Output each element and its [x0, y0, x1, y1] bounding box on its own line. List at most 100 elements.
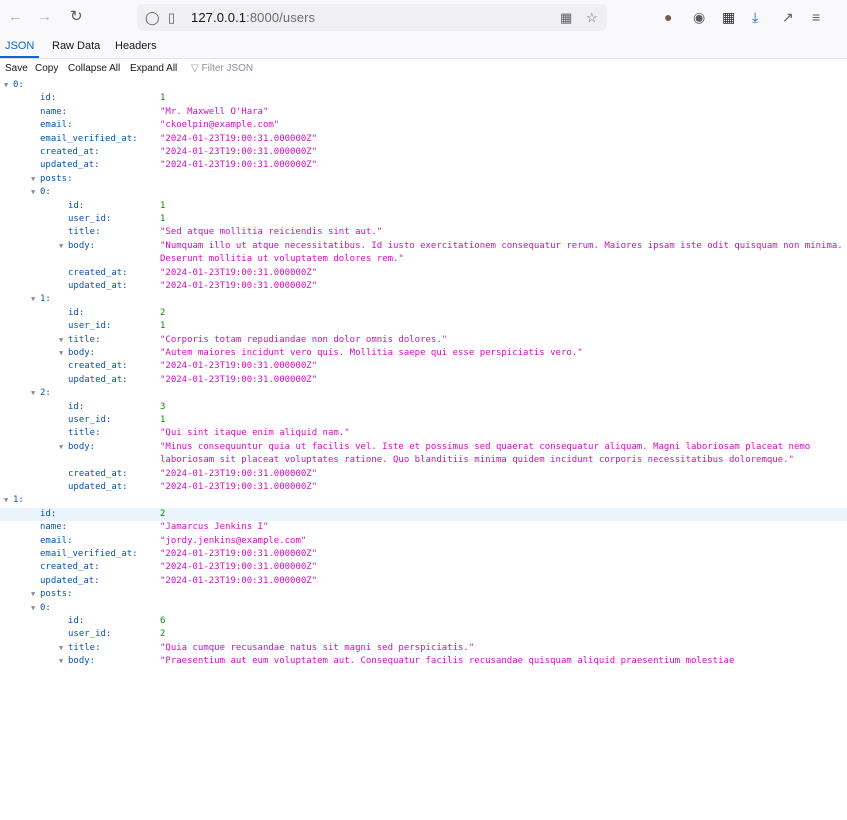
expand-twisty-icon[interactable]: ▼	[59, 347, 63, 360]
json-key: created_at:	[68, 267, 128, 278]
qr-code-icon[interactable]: ▦	[560, 10, 572, 25]
expand-twisty-icon[interactable]: ▼	[31, 602, 35, 615]
expand-twisty-icon[interactable]: ▼	[59, 441, 63, 454]
expand-twisty-icon[interactable]: ▼	[31, 173, 35, 186]
arrow-right-icon[interactable]: →	[37, 8, 52, 26]
json-action-bar: Save Copy Collapse All Expand All ▽ Filt…	[0, 59, 847, 79]
tree-row[interactable]: email_verified_at: "2024-01-23T19:00:31.0…	[0, 548, 847, 561]
tree-row[interactable]: created_at: "2024-01-23T19:00:31.000000Z"	[0, 146, 847, 159]
json-key: updated_at:	[40, 575, 100, 586]
tree-row[interactable]: title: "Qui sint itaque enim aliquid nam.…	[0, 427, 847, 440]
expand-twisty-icon[interactable]: ▼	[31, 588, 35, 601]
json-value: 6	[160, 616, 166, 626]
tree-row[interactable]: email_verified_at: "2024-01-23T19:00:31.0…	[0, 133, 847, 146]
tree-row[interactable]: user_id: 1	[0, 213, 847, 226]
expand-twisty-icon[interactable]: ▼	[4, 79, 8, 92]
expand-twisty-icon[interactable]: ▼	[31, 387, 35, 400]
expand-twisty-icon[interactable]: ▼	[59, 655, 63, 668]
json-key: title:	[68, 428, 101, 439]
tree-row[interactable]: ▼ body: "Numquam illo ut atque necessitati…	[0, 240, 847, 267]
menu-icon[interactable]: ≡	[812, 9, 820, 25]
tree-row[interactable]: ▼ 2:	[0, 387, 847, 400]
tree-row[interactable]: user_id: 2	[0, 628, 847, 641]
copy-button[interactable]: Copy	[35, 59, 58, 79]
tree-row[interactable]: user_id: 1	[0, 320, 847, 333]
json-value: "Numquam illo ut atque necessitatibus. I…	[160, 240, 843, 265]
tree-row[interactable]: id: 1	[0, 200, 847, 213]
json-key: id:	[40, 508, 57, 519]
save-button[interactable]: Save	[5, 59, 28, 79]
tree-row[interactable]: ▼ title: "Quia cumque recusandae natus sit…	[0, 642, 847, 655]
tree-row[interactable]: id: 2	[0, 307, 847, 320]
tree-row[interactable]: updated_at: "2024-01-23T19:00:31.000000Z"	[0, 280, 847, 293]
profile-avatar-icon[interactable]: ●	[664, 9, 672, 25]
tree-row[interactable]: created_at: "2024-01-23T19:00:31.000000Z"	[0, 360, 847, 373]
tree-row[interactable]: ▼ posts:	[0, 588, 847, 601]
tree-row[interactable]: created_at: "2024-01-23T19:00:31.000000Z"	[0, 267, 847, 280]
json-key: 1:	[13, 495, 24, 506]
tree-row[interactable]: updated_at: "2024-01-23T19:00:31.000000Z"	[0, 159, 847, 172]
url-text[interactable]: 127.0.0.1:8000/users	[191, 10, 315, 25]
shield-icon[interactable]: ◯	[145, 10, 160, 25]
json-key: email:	[40, 535, 73, 546]
download-icon[interactable]: ⤓	[752, 9, 758, 25]
tab-json[interactable]: JSON	[0, 36, 40, 58]
tree-row[interactable]: ▼ 0:	[0, 186, 847, 199]
tree-row[interactable]: id: 2	[0, 507, 847, 522]
expand-twisty-icon[interactable]: ▼	[59, 642, 63, 655]
tree-row[interactable]: ▼ 0:	[0, 602, 847, 615]
tree-row[interactable]: id: 3	[0, 401, 847, 414]
json-value: "Sed atque mollitia reiciendis sint aut.…	[160, 227, 383, 238]
tree-row[interactable]: name: "Jamarcus Jenkins I"	[0, 521, 847, 534]
tab-headers[interactable]: Headers	[110, 36, 162, 58]
tree-row[interactable]: ▼ title: "Corporis totam repudiandae non d…	[0, 334, 847, 347]
tree-row[interactable]: ▼ body: "Praesentium aut eum voluptatem au…	[0, 655, 847, 668]
json-key: body:	[68, 240, 96, 251]
expand-twisty-icon[interactable]: ▼	[31, 186, 35, 199]
expand-twisty-icon[interactable]: ▼	[59, 334, 63, 347]
tree-row[interactable]: created_at: "2024-01-23T19:00:31.000000Z"	[0, 561, 847, 574]
tree-row[interactable]: ▼ 1:	[0, 494, 847, 507]
share-icon[interactable]: ↗	[782, 9, 794, 25]
tab-raw-data[interactable]: Raw Data	[47, 36, 105, 58]
tree-row[interactable]: ▼ posts:	[0, 173, 847, 186]
tree-row[interactable]: email: "ckoelpin@example.com"	[0, 119, 847, 132]
tree-row[interactable]: title: "Sed atque mollitia reiciendis sin…	[0, 226, 847, 239]
expand-twisty-icon[interactable]: ▼	[31, 293, 35, 306]
bookmark-star-icon[interactable]: ☆	[586, 10, 598, 25]
tree-row[interactable]: id: 6	[0, 615, 847, 628]
expand-twisty-icon[interactable]: ▼	[59, 240, 63, 253]
tree-row[interactable]: updated_at: "2024-01-23T19:00:31.000000Z"	[0, 481, 847, 494]
tree-row[interactable]: email: "jordy.jenkins@example.com"	[0, 535, 847, 548]
tree-row[interactable]: ▼ body: "Minus consequuntur quia ut facili…	[0, 441, 847, 468]
json-value: "Jamarcus Jenkins I"	[160, 522, 269, 533]
page-icon[interactable]: ▯	[168, 10, 175, 25]
json-value: 1	[160, 214, 166, 224]
json-key: id:	[68, 307, 85, 318]
tree-row[interactable]: created_at: "2024-01-23T19:00:31.000000Z"	[0, 468, 847, 481]
url-bar[interactable]: ◯ ▯ 127.0.0.1:8000/users ▦ ☆	[137, 4, 607, 31]
filter-json-input[interactable]: ▽ Filter JSON	[191, 59, 253, 79]
json-key: id:	[68, 200, 85, 211]
tree-row[interactable]: updated_at: "2024-01-23T19:00:31.000000Z"	[0, 575, 847, 588]
expand-twisty-icon[interactable]: ▼	[4, 494, 8, 507]
json-key: email:	[40, 120, 73, 131]
tree-row[interactable]: updated_at: "2024-01-23T19:00:31.000000Z"	[0, 374, 847, 387]
tree-row[interactable]: ▼ body: "Autem maiores incidunt vero quis.…	[0, 347, 847, 360]
grid-extension-icon[interactable]: ▦	[722, 9, 735, 25]
json-value: "2024-01-23T19:00:31.000000Z"	[160, 361, 318, 372]
json-key: 0:	[13, 80, 24, 90]
json-key: body:	[68, 348, 96, 358]
tree-row[interactable]: ▼ 0:	[0, 79, 847, 92]
arrow-left-icon[interactable]: ←	[8, 8, 23, 26]
tree-row[interactable]: name: "Mr. Maxwell O'Hara"	[0, 106, 847, 119]
tree-row[interactable]: ▼ 1:	[0, 293, 847, 306]
reload-icon[interactable]: ↻	[70, 8, 83, 26]
extension-icon[interactable]: ◉	[693, 9, 705, 25]
json-key: email_verified_at:	[40, 549, 138, 559]
tree-row[interactable]: user_id: 1	[0, 414, 847, 427]
json-key: title:	[68, 334, 101, 345]
collapse-all-button[interactable]: Collapse All	[68, 59, 120, 79]
tree-row[interactable]: id: 1	[0, 92, 847, 105]
expand-all-button[interactable]: Expand All	[130, 59, 177, 79]
